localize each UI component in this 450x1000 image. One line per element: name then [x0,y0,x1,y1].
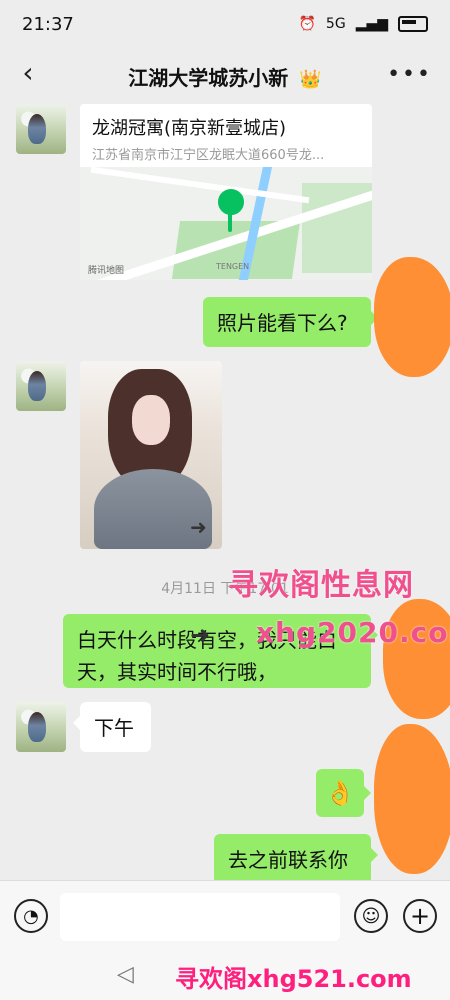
image-message[interactable]: ➜ [80,361,222,549]
network-5g-icon: 5G [325,16,346,32]
chat-title: 江湖大学城苏小新 👑 [128,62,321,91]
location-name: 龙湖冠寓(南京新壹城店) [92,118,287,139]
signal-icon: ▂▄▆ [355,16,388,32]
message-text: 去之前联系你 [228,848,348,872]
status-bar: 21:37 ⏰ 5G ▂▄▆ [0,0,450,48]
self-avatar-redacted [374,257,450,377]
status-time: 21:37 [22,13,74,35]
back-arrow-icon[interactable]: ‹ [16,56,40,89]
system-navigation-bar: ◁ 寻欢阁xhg521.com [0,952,450,1000]
contact-avatar[interactable] [16,361,66,411]
location-map: TENGEN 腾讯地图 [80,167,372,280]
avatar-person-icon [28,114,46,144]
emoji-icon[interactable]: ☺ [354,899,388,933]
input-bar: ◔ ☺ + [0,880,450,953]
location-address: 江苏省南京市江宁区龙眠大道660号龙... [92,148,325,163]
ok-hand-icon: 👌 [325,779,355,807]
battery-icon [398,16,428,32]
plus-icon[interactable]: + [403,899,437,933]
system-back-icon[interactable]: ◁ [117,962,134,987]
voice-input-icon[interactable]: ◔ [14,899,48,933]
watermark-arrow-icon: ➜ [190,621,211,649]
message-text: 下午 [94,716,134,740]
crown-icon: 👑 [299,68,322,90]
message-bubble-right: 去之前联系你 [214,834,378,880]
map-label-tengen: TENGEN [216,262,250,271]
status-icons: ⏰ 5G ▂▄▆ [298,16,428,32]
contact-avatar[interactable] [16,702,66,752]
chat-title-text: 江湖大学城苏小新 [128,65,289,90]
avatar-person-icon [28,712,46,742]
map-logo: 腾讯地图 [88,266,125,276]
map-pin-icon [218,189,244,232]
more-options-icon[interactable]: ••• [387,62,432,87]
message-input[interactable] [60,893,340,941]
message-text: 照片能看下么? [217,311,348,335]
forward-arrow-icon: ➜ [190,515,207,539]
contact-avatar[interactable] [16,104,66,154]
map-road-2 [90,167,310,204]
watermark-top: 寻欢阁性息网 [228,568,414,603]
image-face [132,395,170,445]
message-bubble-right: 照片能看下么? [203,297,378,347]
emoji-message: 👌 [316,769,371,817]
self-avatar-redacted [374,724,450,874]
chat-area: 龙湖冠寓(南京新壹城店) 江苏省南京市江宁区龙眠大道660号龙... TENGE… [0,104,450,880]
watermark-middle: xhg2020.com [256,616,450,649]
chat-header: ‹ 江湖大学城苏小新 👑 ••• [0,48,450,104]
mute-icon: ⏰ [298,16,316,32]
watermark-bottom: 寻欢阁xhg521.com [175,965,412,993]
avatar-person-icon [28,371,46,401]
location-card[interactable]: 龙湖冠寓(南京新壹城店) 江苏省南京市江宁区龙眠大道660号龙... TENGE… [80,104,372,280]
message-bubble-left: 下午 [73,702,151,752]
